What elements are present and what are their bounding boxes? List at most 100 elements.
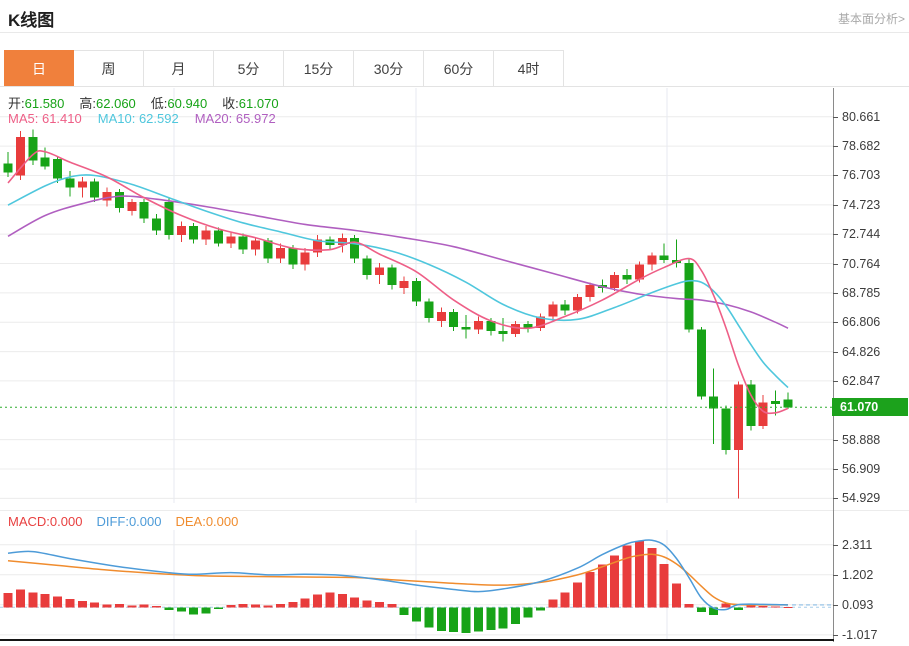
candle-body (139, 202, 149, 219)
macd-bar (28, 592, 38, 608)
candle-body (498, 331, 508, 335)
y-axis-tick-label: 1.202 (833, 567, 908, 583)
candle-body (263, 240, 273, 259)
candle-body (721, 408, 731, 450)
y-axis-tick-label: 56.909 (833, 461, 908, 477)
tab-week[interactable]: 周 (74, 50, 144, 87)
current-price-tag: 61.070 (832, 398, 908, 416)
macd-bar (560, 592, 570, 608)
macd-bar (3, 593, 13, 608)
macd-bar (461, 607, 471, 634)
macd-bar (53, 596, 63, 608)
candle-body (560, 304, 570, 311)
candle-body (114, 191, 124, 209)
candle-body (647, 255, 657, 265)
macd-bar (473, 607, 483, 632)
macd-bar (152, 605, 162, 608)
interval-tabbar: 日 周 月 5分 15分 30分 60分 4时 (4, 50, 564, 87)
main-chart-canvas[interactable] (0, 88, 833, 503)
macd-bar (399, 607, 409, 615)
macd-bar (597, 564, 607, 608)
candle-body (758, 402, 768, 427)
macd-bar (684, 604, 694, 608)
candle-body (127, 202, 137, 212)
macd-legend: MACD:0.000 DIFF:0.000 DEA:0.000 (8, 514, 238, 529)
candle-body (374, 267, 384, 275)
candle-body (783, 399, 793, 408)
macd-bar (523, 607, 533, 618)
macd-bar (436, 607, 446, 632)
macd-bar (90, 602, 100, 608)
macd-bar (189, 607, 199, 615)
macd-bar (275, 604, 285, 608)
macd-bar (362, 600, 372, 608)
macd-bar (511, 607, 521, 625)
panel-divider (0, 510, 909, 511)
candle-body (585, 285, 595, 298)
ma5-line (7, 149, 789, 415)
candle-body (622, 274, 632, 280)
chart-bottom-border (0, 639, 834, 641)
tab-60min[interactable]: 60分 (424, 50, 494, 87)
tab-30min[interactable]: 30分 (354, 50, 424, 87)
close-label: 收: (222, 96, 239, 111)
macd-bar (622, 545, 632, 608)
high-value: 62.060 (96, 96, 136, 111)
macd-bar (573, 582, 583, 608)
macd-bar (634, 541, 644, 608)
candle-body (684, 262, 694, 330)
candle-body (350, 237, 360, 259)
macd-bar (350, 597, 360, 608)
candle-body (275, 248, 285, 259)
ohlc-readout: 开:61.580 高:62.060 低:60.940 收:61.070 (8, 93, 279, 112)
tab-day[interactable]: 日 (4, 50, 74, 87)
ma10-line (7, 174, 789, 389)
y-axis-tick-label: 58.888 (833, 432, 908, 448)
candle-body (399, 280, 409, 289)
macd-bar (746, 605, 756, 608)
open-label: 开: (8, 96, 25, 111)
macd-bar (238, 604, 248, 608)
macd-chart-canvas[interactable] (0, 530, 833, 642)
macd-bar (374, 601, 384, 608)
candle-body (164, 202, 174, 235)
y-axis-tick-label: 80.661 (833, 109, 908, 125)
tab-month[interactable]: 月 (144, 50, 214, 87)
y-axis-tick-label: 70.764 (833, 256, 908, 272)
macd-bar (412, 607, 422, 622)
macd-bar (659, 564, 669, 608)
candle-body (226, 236, 236, 244)
macd-bar (213, 607, 223, 609)
macd-bar (733, 607, 743, 611)
y-axis-tick-label: -1.017 (833, 627, 908, 643)
macd-bar (585, 572, 595, 608)
macd-bar (771, 606, 781, 608)
candle-body (300, 252, 310, 265)
candle-body (77, 181, 87, 188)
fundamental-analysis-link[interactable]: 基本面分析> (838, 10, 905, 27)
candle-body (771, 400, 781, 404)
candle-body (90, 181, 100, 198)
open-value: 61.580 (24, 96, 65, 111)
candle-body (152, 218, 162, 231)
macd-bar (449, 607, 459, 633)
tab-15min[interactable]: 15分 (284, 50, 354, 87)
macd-bar (758, 606, 768, 608)
candle-body (201, 230, 211, 240)
candle-body (238, 236, 248, 250)
macd-bar (300, 598, 310, 608)
candle-body (189, 225, 199, 240)
tab-4hour[interactable]: 4时 (494, 50, 564, 87)
y-axis-tick-label: 62.847 (833, 373, 908, 389)
candle-body (473, 320, 483, 330)
candle-body (424, 301, 434, 318)
high-label: 高: (79, 96, 97, 111)
y-axis-tick-label: 66.806 (833, 314, 908, 330)
tab-5min[interactable]: 5分 (214, 50, 284, 87)
macd-bar (288, 601, 298, 608)
macd-bar (498, 607, 508, 629)
candle-body (362, 258, 372, 275)
low-value: 60.940 (167, 96, 208, 111)
macd-bar (15, 589, 25, 608)
y-axis-tick-label: 74.723 (833, 197, 908, 213)
